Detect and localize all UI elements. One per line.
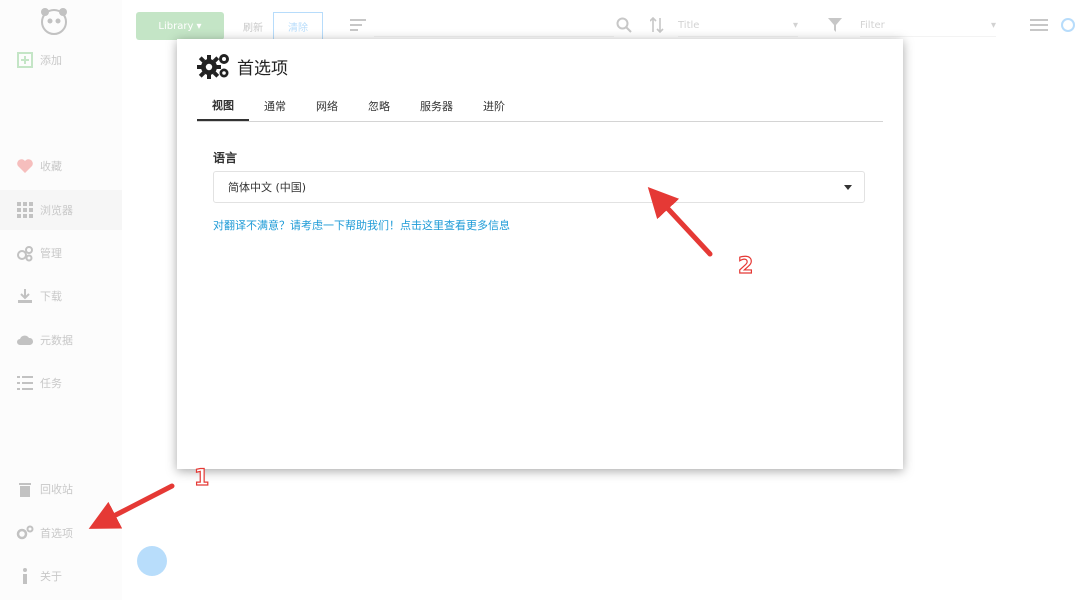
- translation-help-link[interactable]: 对翻译不满意？请考虑一下帮助我们！点击这里查看更多信息: [213, 217, 510, 233]
- chevron-down-icon: ▾: [792, 19, 798, 31]
- dialog-header: 首选项: [197, 47, 288, 85]
- filter-select[interactable]: Filter ▾: [860, 14, 996, 37]
- clear-button[interactable]: 清除: [273, 12, 323, 40]
- preferences-dialog: 首选项 视图 通常 网络 忽略 服务器 进阶 语言 简体中文 (中国) 对翻译不…: [177, 39, 903, 469]
- library-button-label: Library: [158, 20, 194, 32]
- clear-button-label: 清除: [288, 22, 308, 34]
- sidebar-item-add[interactable]: 添加: [0, 40, 122, 80]
- trash-icon: [19, 483, 31, 497]
- search-icon[interactable]: [616, 17, 632, 33]
- sidebar-item-label: 浏览器: [40, 204, 73, 217]
- sidebar-item-favorites[interactable]: 收藏: [0, 146, 122, 186]
- sidebar-item-tasks[interactable]: 任务: [0, 363, 122, 403]
- tab-view[interactable]: 视图: [197, 91, 249, 121]
- sidebar-item-browser[interactable]: 浏览器: [0, 190, 122, 230]
- gears-icon: [197, 54, 229, 79]
- dialog-title: 首选项: [237, 58, 288, 79]
- tab-advanced[interactable]: 进阶: [468, 91, 520, 121]
- sidebar-item-label: 管理: [40, 247, 62, 260]
- sort-icon[interactable]: [650, 17, 664, 33]
- sidebar-item-label: 首选项: [40, 527, 73, 540]
- preferences-tabs: 视图 通常 网络 忽略 服务器 进阶: [197, 91, 883, 122]
- filter-select-value: Filter: [860, 19, 885, 31]
- hamburger-icon[interactable]: [1030, 18, 1048, 32]
- sidebar: 添加 收藏 浏览器 管理 下载 元数据 任务 回收站 首选项 关于: [0, 0, 122, 600]
- sidebar-item-manage[interactable]: 管理: [0, 233, 122, 273]
- annotation-marker-1: 1: [193, 465, 210, 491]
- sidebar-item-about[interactable]: 关于: [0, 556, 122, 596]
- tab-server[interactable]: 服务器: [405, 91, 468, 121]
- chevron-down-icon: ▾: [990, 19, 996, 31]
- sidebar-item-label: 回收站: [40, 483, 73, 496]
- language-select[interactable]: 简体中文 (中国): [213, 171, 865, 203]
- sidebar-item-metadata[interactable]: 元数据: [0, 320, 122, 360]
- language-label: 语言: [213, 151, 238, 165]
- plus-square-icon: [17, 52, 33, 68]
- search-input[interactable]: [374, 16, 614, 37]
- sidebar-item-label: 任务: [40, 377, 62, 390]
- annotation-marker-2: 2: [737, 253, 754, 279]
- library-button[interactable]: Library ▾: [136, 12, 224, 40]
- language-select-value: 简体中文 (中国): [228, 181, 307, 194]
- gears-icon: [16, 525, 34, 540]
- sidebar-item-download[interactable]: 下载: [0, 276, 122, 316]
- heart-icon: [17, 159, 33, 173]
- cogs-icon: [17, 246, 33, 262]
- sidebar-item-label: 关于: [40, 570, 62, 583]
- tab-general[interactable]: 通常: [249, 91, 301, 121]
- caret-down-icon: [844, 185, 852, 190]
- sidebar-item-preferences[interactable]: 首选项: [0, 513, 122, 553]
- sort-select[interactable]: Title ▾: [678, 14, 798, 37]
- refresh-button[interactable]: 刷新: [238, 12, 268, 40]
- tab-ignore[interactable]: 忽略: [353, 91, 405, 121]
- floating-action-button[interactable]: [137, 546, 167, 576]
- tab-network[interactable]: 网络: [301, 91, 353, 121]
- tasks-icon: [17, 376, 33, 390]
- info-icon: [23, 568, 27, 584]
- grid-icon: [17, 202, 33, 218]
- sidebar-item-label: 添加: [40, 54, 62, 67]
- cloud-icon: [17, 335, 34, 345]
- sidebar-item-label: 下载: [40, 290, 62, 303]
- download-icon: [18, 289, 32, 303]
- sidebar-item-label: 元数据: [40, 334, 73, 347]
- menu-lines-icon[interactable]: [350, 18, 366, 32]
- spinner-icon: [1061, 18, 1075, 32]
- refresh-button-label: 刷新: [243, 22, 263, 34]
- sidebar-item-label: 收藏: [40, 160, 62, 173]
- filter-icon[interactable]: [828, 18, 842, 32]
- sort-select-value: Title: [678, 19, 700, 31]
- sidebar-item-trash[interactable]: 回收站: [0, 469, 122, 509]
- panda-logo-icon: [41, 8, 67, 35]
